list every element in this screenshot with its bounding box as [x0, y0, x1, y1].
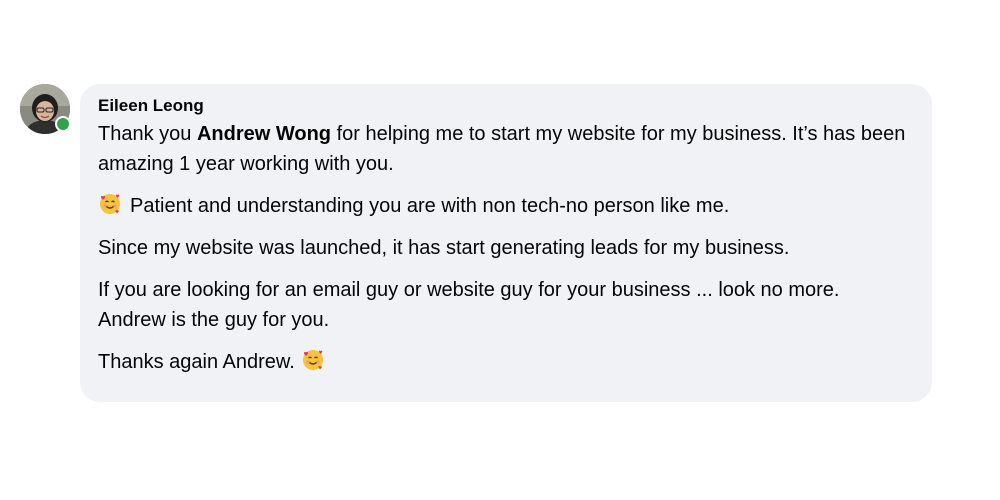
text-segment: Patient and understanding you are with n…: [130, 195, 730, 217]
avatar-container[interactable]: [20, 84, 71, 134]
comment-bubble: Eileen Leong Thank you Andrew Wong for h…: [80, 84, 932, 402]
comment-paragraph-guy: Andrew is the guy for you.: [98, 309, 330, 331]
comment: Eileen Leong Thank you Andrew Wong for h…: [20, 84, 932, 402]
comment-paragraph-patient: Patient and understanding you are with n…: [98, 191, 914, 221]
online-status-dot: [55, 116, 71, 132]
comment-author[interactable]: Eileen Leong: [98, 96, 914, 116]
text-segment: Thank you: [98, 123, 197, 145]
smiling-face-with-hearts-icon: [100, 194, 120, 214]
text-segment: Thanks again Andrew.: [98, 351, 295, 373]
comment-paragraph-thanks: Thank you Andrew Wong for helping me to …: [98, 119, 914, 179]
comment-paragraph-looking: If you are looking for an email guy or w…: [98, 279, 840, 301]
comment-paragraph-thanks-again: Thanks again Andrew.: [98, 347, 914, 377]
smiling-face-with-hearts-icon: [302, 350, 323, 370]
comment-paragraph-leads: Since my website was launched, it has st…: [98, 237, 790, 259]
mention-andrew-wong[interactable]: Andrew Wong: [197, 123, 331, 145]
